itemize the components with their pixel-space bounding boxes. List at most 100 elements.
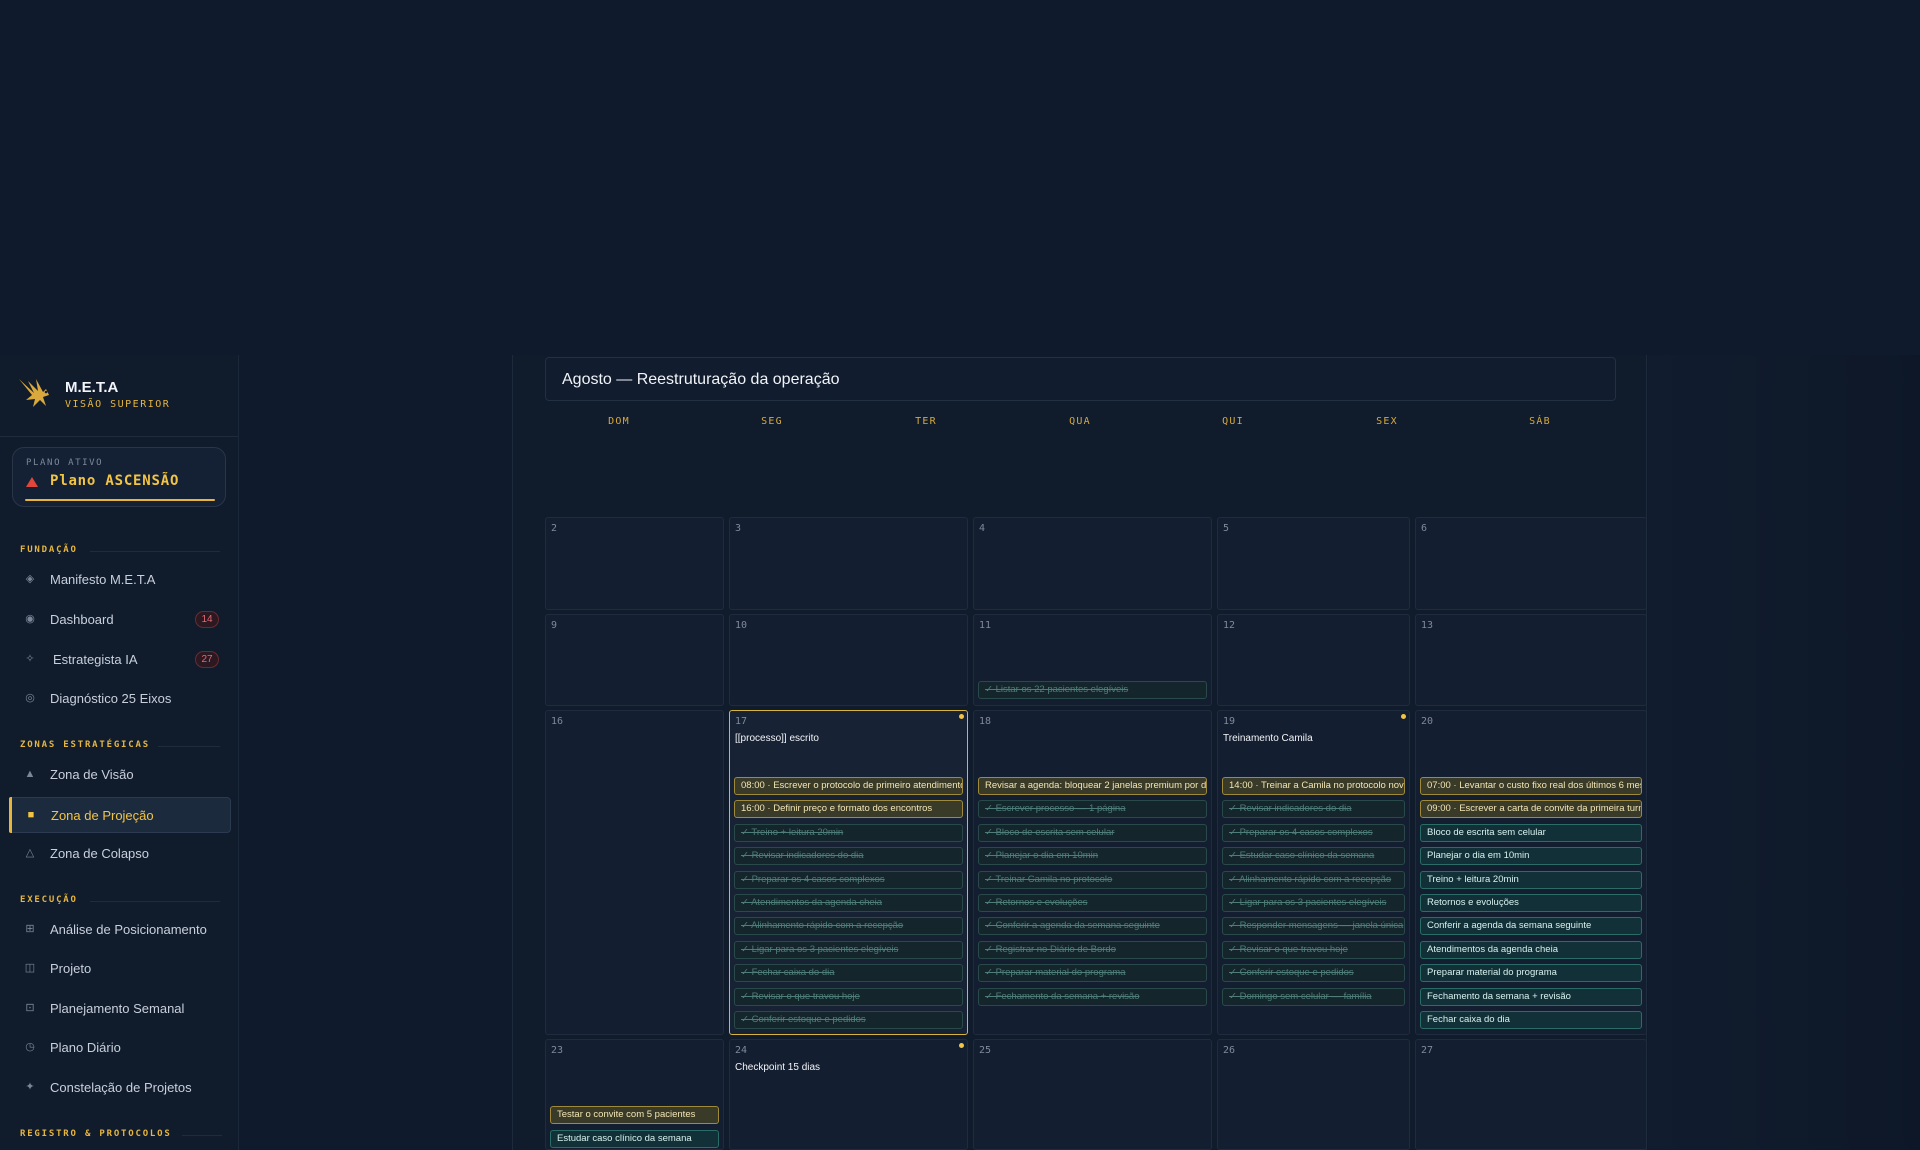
calendar-day[interactable]: 3 (729, 517, 968, 610)
nav-constelacao[interactable]: ✦ Constelação de Projetos (9, 1070, 231, 1106)
section-fundacao: FUNDAÇÃO (20, 545, 78, 555)
task-item[interactable]: ✓ Bloco de escrita sem celular (978, 824, 1207, 842)
calendar-day[interactable]: 9 (545, 614, 724, 706)
task-item[interactable]: Bloco de escrita sem celular (1420, 824, 1642, 842)
calendar-day[interactable]: 27 (1415, 1039, 1647, 1150)
weekday-seg: SEG (761, 416, 783, 427)
task-item[interactable]: ✓ Conferir estoque e pedidos (1222, 964, 1405, 982)
task-item[interactable]: ✓ Revisar o que travou hoje (1222, 941, 1405, 959)
calendar-day[interactable]: 20 07:00 · Levantar o custo fixo real do… (1415, 710, 1647, 1035)
nav-analise[interactable]: ⊞ Análise de Posicionamento (9, 912, 231, 948)
task-item[interactable]: ✓ Fechamento da semana + revisão (978, 988, 1207, 1006)
nav-plano-diario[interactable]: ◷ Plano Diário (9, 1030, 231, 1066)
nav-zona-colapso[interactable]: △ Zona de Colapso (9, 836, 231, 872)
task-item[interactable]: ✓ Registrar no Diário de Bordo (978, 941, 1207, 959)
task-item[interactable]: ✓ Preparar material do programa (978, 964, 1207, 982)
day-number: 5 (1223, 523, 1230, 534)
task-item[interactable]: ✓ Listar os 22 pacientes elegíveis (978, 681, 1207, 699)
task-item[interactable]: ✓ Retornos e evoluções (978, 894, 1207, 912)
calendar-day[interactable]: 12 (1217, 614, 1410, 706)
calendar-day[interactable]: 6 (1415, 517, 1647, 610)
calendar-day[interactable]: 18 Revisar a agenda: bloquear 2 janelas … (973, 710, 1212, 1035)
weekday-sex: SEX (1376, 416, 1398, 427)
nav-projeto[interactable]: ◫ Projeto (9, 951, 231, 987)
calendar-day[interactable]: 13 (1415, 614, 1647, 706)
nav-label: Análise de Posicionamento (50, 922, 207, 937)
calendar-day[interactable]: 5 (1217, 517, 1410, 610)
weekday-qui: QUI (1222, 416, 1244, 427)
day-number: 25 (979, 1045, 992, 1056)
nav-label: Plano Diário (50, 1040, 121, 1055)
task-item[interactable]: Planejar o dia em 10min (1420, 847, 1642, 865)
task-item[interactable]: ✓ Preparar os 4 casos complexos (1222, 824, 1405, 842)
task-item[interactable]: Fechamento da semana + revisão (1420, 988, 1642, 1006)
task-item[interactable]: ✓ Treinar Camila no protocolo (978, 871, 1207, 889)
nav-dashboard[interactable]: ◉ Dashboard 14 (9, 602, 231, 638)
task-item[interactable]: ✓ Estudar caso clínico da semana (1222, 847, 1405, 865)
task-item[interactable]: ✓ Conferir estoque e pedidos (734, 1011, 963, 1029)
star-icon: ✦ (25, 1081, 35, 1093)
task-item[interactable]: ✓ Alinhamento rápido com a recepção (734, 917, 963, 935)
calendar-day[interactable]: 11 ✓ Listar os 22 pacientes elegíveis (973, 614, 1212, 706)
notification-badge: 27 (195, 651, 219, 668)
nav-zona-projecao[interactable]: ■ Zona de Projeção (9, 797, 231, 833)
task-item[interactable]: Estudar caso clínico da semana (550, 1130, 719, 1148)
weekday-sab: SÁB (1529, 416, 1551, 427)
day-number: 2 (551, 523, 558, 534)
calendar-day[interactable]: 23 Testar o convite com 5 pacientes Estu… (545, 1039, 724, 1150)
day-number: 26 (1223, 1045, 1236, 1056)
task-item[interactable]: ✓ Domingo sem celular — família (1222, 988, 1405, 1006)
task-item[interactable]: ✓ Atendimentos da agenda cheia (734, 894, 963, 912)
day-number: 13 (1421, 620, 1434, 631)
active-plan-card[interactable]: PLANO ATIVO Plano ASCENSÃO (12, 447, 226, 507)
calendar-day[interactable]: 26 (1217, 1039, 1410, 1150)
calendar-day[interactable]: 25 (973, 1039, 1212, 1150)
task-item[interactable]: ✓ Planejar o dia em 10min (978, 847, 1207, 865)
task-item[interactable]: 16:00 · Definir preço e formato dos enco… (734, 800, 963, 818)
day-number: 11 (979, 620, 992, 631)
task-item[interactable]: Revisar a agenda: bloquear 2 janelas pre… (978, 777, 1207, 795)
task-item[interactable]: Fechar caixa do dia (1420, 1011, 1642, 1029)
calendar-day[interactable]: 4 (973, 517, 1212, 610)
task-item[interactable]: ✓ Revisar indicadores do dia (1222, 800, 1405, 818)
task-item[interactable]: Atendimentos da agenda cheia (1420, 941, 1642, 959)
task-item[interactable]: ✓ Responder mensagens — janela única (1222, 917, 1405, 935)
clock-icon: ◷ (25, 1041, 35, 1053)
day-number: 10 (735, 620, 748, 631)
task-item[interactable]: Conferir a agenda da semana seguinte (1420, 917, 1642, 935)
calendar-day[interactable]: 2 (545, 517, 724, 610)
nav-diagnostico[interactable]: ◎ Diagnóstico 25 Eixos (9, 681, 231, 717)
nav-manifesto[interactable]: ◈ Manifesto M.E.T.A (9, 562, 231, 598)
task-item[interactable]: 09:00 · Escrever a carta de convite da p… (1420, 800, 1642, 818)
task-item[interactable]: ✓ Ligar para os 3 pacientes elegíveis (1222, 894, 1405, 912)
brand-title: M.E.T.A (65, 379, 119, 396)
calendar-day[interactable]: 19 Treinamento Camila 14:00 · Treinar a … (1217, 710, 1410, 1035)
day-event-title: Treinamento Camila (1223, 733, 1313, 744)
task-item[interactable]: ✓ Alinhamento rápido com a recepção (1222, 871, 1405, 889)
task-item[interactable]: 07:00 · Levantar o custo fixo real dos ú… (1420, 777, 1642, 795)
right-empty-area (1648, 355, 1920, 1150)
task-item[interactable]: 08:00 · Escrever o protocolo de primeiro… (734, 777, 963, 795)
calendar-day-today[interactable]: 17 [[processo]] escrito 08:00 · Escrever… (729, 710, 968, 1035)
task-item[interactable]: ✓ Treino + leitura 20min (734, 824, 963, 842)
task-item[interactable]: ✓ Preparar os 4 casos complexos (734, 871, 963, 889)
task-item[interactable]: ✓ Fechar caixa do dia (734, 964, 963, 982)
task-item[interactable]: Preparar material do programa (1420, 964, 1642, 982)
calendar-day[interactable]: 10 (729, 614, 968, 706)
calendar-day[interactable]: 16 (545, 710, 724, 1035)
task-item[interactable]: Treino + leitura 20min (1420, 871, 1642, 889)
task-item[interactable]: ✓ Revisar o que travou hoje (734, 988, 963, 1006)
task-item[interactable]: ✓ Conferir a agenda da semana seguinte (978, 917, 1207, 935)
event-dot-icon (959, 1043, 964, 1048)
nav-estrategista[interactable]: ✧ Estrategista IA 27 (9, 642, 231, 678)
task-item[interactable]: ✓ Revisar indicadores do dia (734, 847, 963, 865)
task-item[interactable]: Retornos e evoluções (1420, 894, 1642, 912)
task-item[interactable]: 14:00 · Treinar a Camila no protocolo no… (1222, 777, 1405, 795)
calendar-day[interactable]: 24 Checkpoint 15 dias (729, 1039, 968, 1150)
brand[interactable]: M.E.T.A VISÃO SUPERIOR (16, 373, 226, 419)
task-item[interactable]: ✓ Escrever processo — 1 página (978, 800, 1207, 818)
task-item[interactable]: Testar o convite com 5 pacientes (550, 1106, 719, 1124)
nav-zona-visao[interactable]: ▲ Zona de Visão (9, 757, 231, 793)
task-item[interactable]: ✓ Ligar para os 3 pacientes elegíveis (734, 941, 963, 959)
nav-planejamento-semanal[interactable]: ⊡ Planejamento Semanal (9, 991, 231, 1027)
